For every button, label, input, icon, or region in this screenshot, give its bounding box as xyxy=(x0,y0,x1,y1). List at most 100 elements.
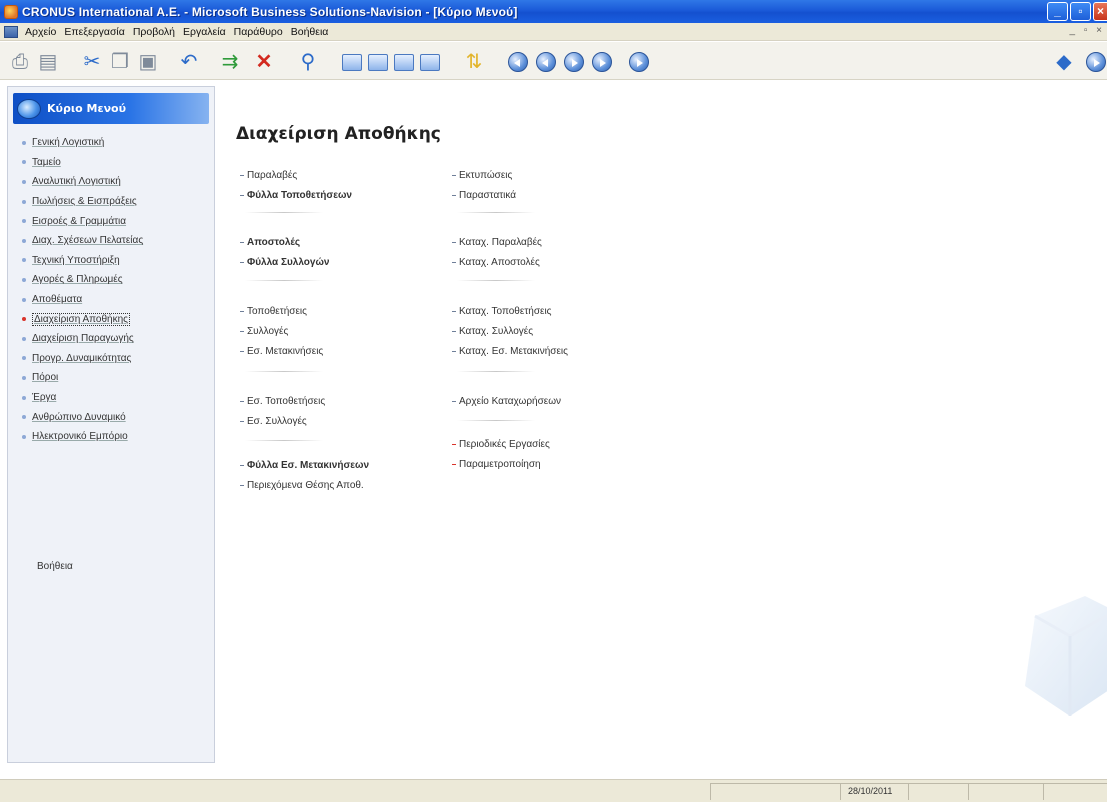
separator xyxy=(245,212,323,213)
nav-item-cash[interactable]: Ταμείο xyxy=(22,153,214,173)
print-icon[interactable]: ⎙ xyxy=(8,50,32,74)
paste-icon[interactable]: ▣ xyxy=(136,50,160,74)
link-movements[interactable]: Εσ. Μετακινήσεις xyxy=(240,346,323,357)
menu-window[interactable]: Παράθυρο xyxy=(230,26,287,38)
page-title: Διαχείριση Αποθήκης xyxy=(236,124,441,144)
menu-help[interactable]: Βοήθεια xyxy=(287,26,333,38)
link-picks[interactable]: Συλλογές xyxy=(240,326,288,337)
help-link[interactable]: Βοήθεια xyxy=(37,561,73,572)
bullet-icon xyxy=(22,179,26,184)
separator xyxy=(457,212,535,213)
app-icon[interactable] xyxy=(4,4,18,19)
separator xyxy=(245,440,323,441)
bullet-icon xyxy=(22,356,26,361)
nav-item-resources[interactable]: Πόροι xyxy=(22,368,214,388)
nav-item-capacity-planning[interactable]: Προγρ. Δυναμικότητας xyxy=(22,349,214,369)
statistics-icon[interactable] xyxy=(392,50,416,74)
nav-item-service[interactable]: Τεχνική Υποστήριξη xyxy=(22,251,214,271)
copy-icon[interactable]: ❐ xyxy=(108,50,132,74)
main-menu-header[interactable]: Κύριο Μενού xyxy=(13,93,209,124)
bullet-icon xyxy=(22,160,26,165)
navigate-icon[interactable] xyxy=(627,50,651,74)
nav-item-cost-accounting[interactable]: Αναλυτική Λογιστική xyxy=(22,172,214,192)
mdi-window-icon[interactable] xyxy=(4,25,18,38)
main-menu-title: Κύριο Μενού xyxy=(47,102,127,115)
link-registered-put-aways[interactable]: Καταχ. Τοποθετήσεις xyxy=(452,306,552,317)
undo-icon[interactable]: ↶ xyxy=(177,50,201,74)
link-documents[interactable]: Παραστατικά xyxy=(452,190,516,201)
bullet-icon xyxy=(22,140,26,145)
minimize-button[interactable]: _ xyxy=(1047,2,1068,21)
bullet-icon xyxy=(22,219,26,224)
print-preview-icon[interactable]: ▤ xyxy=(36,50,60,74)
nav-item-inventory[interactable]: Αποθέματα xyxy=(22,290,214,310)
nav-item-general-ledger[interactable]: Γενική Λογιστική xyxy=(22,133,214,153)
nav-item-jobs[interactable]: Έργα xyxy=(22,388,214,408)
module-list: Γενική Λογιστική Ταμείο Αναλυτική Λογιστ… xyxy=(8,124,214,447)
card-view-icon[interactable] xyxy=(340,50,364,74)
menu-view[interactable]: Προβολή xyxy=(129,26,179,38)
first-record-icon[interactable] xyxy=(506,50,530,74)
link-pick-worksheets[interactable]: Φύλλα Συλλογών xyxy=(240,257,329,268)
link-put-aways[interactable]: Τοποθετήσεις xyxy=(240,306,307,317)
help-icon[interactable] xyxy=(1084,50,1107,74)
link-put-away-worksheets[interactable]: Φύλλα Τοποθετήσεων xyxy=(240,190,352,201)
maximize-button[interactable]: ▫ xyxy=(1070,2,1091,21)
link-setup[interactable]: Παραμετροποίηση xyxy=(452,459,541,470)
previous-record-icon[interactable] xyxy=(534,50,558,74)
link-receipts[interactable]: Παραλαβές xyxy=(240,170,297,181)
link-internal-picks[interactable]: Εσ. Συλλογές xyxy=(240,416,307,427)
next-record-icon[interactable] xyxy=(562,50,586,74)
nav-item-warehouse-management[interactable]: Διαχείριση Αποθήκης xyxy=(22,309,214,329)
link-internal-movement-worksheets[interactable]: Φύλλα Εσ. Μετακινήσεων xyxy=(240,460,369,471)
status-cell xyxy=(968,783,1043,800)
nav-item-checks-notes[interactable]: Εισροές & Γραμμάτια xyxy=(22,211,214,231)
link-shipments[interactable]: Αποστολές xyxy=(240,237,300,248)
find-icon[interactable]: ⚲ xyxy=(296,50,320,74)
work-date: 28/10/2011 xyxy=(848,786,893,796)
menu-globe-icon[interactable]: ◆ xyxy=(1052,50,1076,74)
link-periodic-activities[interactable]: Περιοδικές Εργασίες xyxy=(452,439,550,450)
link-registered-picks[interactable]: Καταχ. Συλλογές xyxy=(452,326,533,337)
menu-file[interactable]: Αρχείο xyxy=(21,26,60,38)
main-menu-logo-icon xyxy=(17,98,41,119)
title-bar: CRONUS International A.E. - Microsoft Bu… xyxy=(0,0,1107,23)
warehouse-management-page: Διαχείριση Αποθήκης Παραλαβές Φύλλα Τοπο… xyxy=(215,86,1107,766)
nav-item-purchases-payables[interactable]: Αγορές & Πληρωμές xyxy=(22,270,214,290)
nav-item-human-resources[interactable]: Ανθρώπινο Δυναμικό xyxy=(22,407,214,427)
link-reports[interactable]: Εκτυπώσεις xyxy=(452,170,512,181)
status-cell xyxy=(1043,783,1107,800)
toolbar: ⎙ ▤ ✂ ❐ ▣ ↶ ⇉ ✕ ⚲ ⇅ ◆ xyxy=(0,42,1107,80)
menu-edit[interactable]: Επεξεργασία xyxy=(60,26,129,38)
nav-item-manufacturing[interactable]: Διαχείριση Παραγωγής xyxy=(22,329,214,349)
separator xyxy=(457,371,535,372)
bullet-icon xyxy=(22,238,26,243)
nav-item-crm[interactable]: Διαχ. Σχέσεων Πελατείας xyxy=(22,231,214,251)
bullet-icon xyxy=(22,375,26,380)
link-posted-receipts[interactable]: Καταχ. Παραλαβές xyxy=(452,237,542,248)
link-internal-put-aways[interactable]: Εσ. Τοποθετήσεις xyxy=(240,396,325,407)
list-view-icon[interactable] xyxy=(366,50,390,74)
bullet-icon xyxy=(22,415,26,420)
nav-item-e-commerce[interactable]: Ηλεκτρονικό Εμπόριο xyxy=(22,427,214,447)
export-icon[interactable]: ⇉ xyxy=(218,50,242,74)
separator xyxy=(245,371,323,372)
sort-icon[interactable]: ⇅ xyxy=(462,50,486,74)
separator xyxy=(245,280,323,281)
link-registered-movements[interactable]: Καταχ. Εσ. Μετακινήσεις xyxy=(452,346,568,357)
mdi-controls[interactable]: _ ▫ × xyxy=(1069,25,1105,36)
cut-icon[interactable]: ✂ xyxy=(80,50,104,74)
last-record-icon[interactable] xyxy=(590,50,614,74)
nav-item-sales-receivables[interactable]: Πωλήσεις & Εισπράξεις xyxy=(22,192,214,212)
table-icon[interactable] xyxy=(418,50,442,74)
menu-bar: Αρχείο Επεξεργασία Προβολή Εργαλεία Παρά… xyxy=(0,23,1107,41)
close-button[interactable]: × xyxy=(1093,2,1107,21)
bullet-icon xyxy=(22,199,26,204)
link-posted-shipments[interactable]: Καταχ. Αποστολές xyxy=(452,257,540,268)
link-bin-contents[interactable]: Περιεχόμενα Θέσης Αποθ. xyxy=(240,480,364,491)
menu-tools[interactable]: Εργαλεία xyxy=(179,26,230,38)
main-menu-pane: Κύριο Μενού Γενική Λογιστική Ταμείο Αναλ… xyxy=(7,86,215,763)
decorative-cube-watermark xyxy=(1025,596,1107,716)
delete-icon[interactable]: ✕ xyxy=(252,50,276,74)
link-registers[interactable]: Αρχείο Καταχωρήσεων xyxy=(452,396,561,407)
